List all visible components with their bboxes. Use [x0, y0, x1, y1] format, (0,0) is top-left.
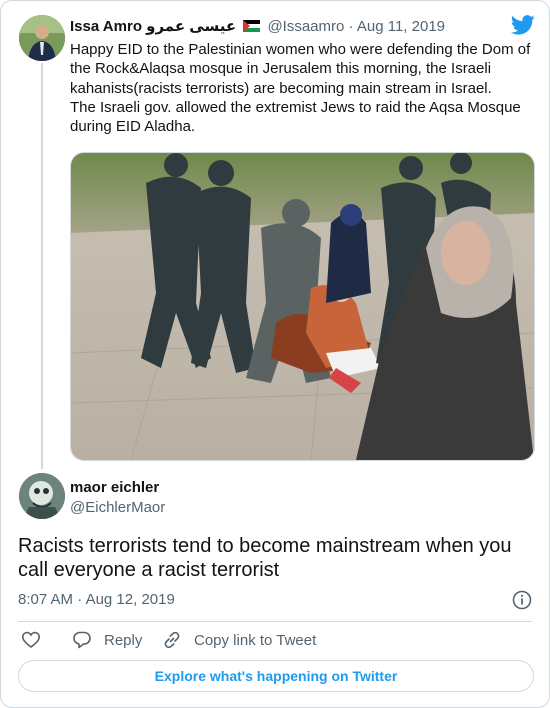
author-handle[interactable]: @Issaamro	[267, 18, 344, 35]
like-button[interactable]	[21, 629, 41, 651]
copy-link-button[interactable]: Copy link to Tweet	[162, 629, 316, 651]
author-name[interactable]: Issa Amro	[70, 18, 142, 35]
copy-link-label: Copy link to Tweet	[194, 631, 317, 649]
author-arabic-name: عيسى عمرو	[146, 18, 237, 35]
reply-text: Racists terrorists tend to become mainst…	[18, 535, 512, 581]
reply-label: Reply	[104, 631, 143, 649]
reply-author-name[interactable]: maor eichler	[70, 479, 159, 496]
heart-icon	[21, 631, 41, 649]
link-icon	[164, 631, 180, 649]
reply-icon	[73, 631, 91, 649]
explore-label: Explore what's happening on Twitter	[154, 668, 398, 684]
tweet-date[interactable]: Aug 11, 2019	[357, 18, 445, 35]
reply-button[interactable]: Reply	[72, 629, 142, 651]
reply-separator-dot: ·	[77, 591, 83, 608]
tweet-text: Happy EID to the Palestinian women who w…	[70, 41, 531, 136]
reply-timestamp[interactable]: 8:07 AM · Aug 12, 2019	[18, 591, 175, 608]
tweet-photo[interactable]	[70, 152, 535, 461]
photo-illustration	[71, 153, 534, 460]
reply-author-avatar[interactable]	[19, 473, 65, 519]
thread-line	[41, 63, 43, 469]
embedded-tweet-card: Issa Amro عيسى عمرو @Issaamro · Aug 11, …	[0, 0, 550, 708]
actions-divider	[18, 621, 532, 622]
reply-author-handle[interactable]: @EichlerMaor	[70, 499, 165, 516]
author-row: Issa Amro عيسى عمرو @Issaamro · Aug 11, …	[70, 17, 445, 35]
info-icon[interactable]	[512, 590, 532, 610]
explore-button[interactable]: Explore what's happening on Twitter	[18, 660, 534, 692]
palestine-flag-icon	[243, 20, 261, 32]
reply-time[interactable]: 8:07 AM	[18, 591, 73, 608]
separator-dot: ·	[348, 18, 354, 35]
reply-date[interactable]: Aug 12, 2019	[86, 591, 175, 608]
twitter-logo-icon[interactable]	[511, 15, 535, 35]
author-avatar[interactable]	[19, 15, 65, 61]
